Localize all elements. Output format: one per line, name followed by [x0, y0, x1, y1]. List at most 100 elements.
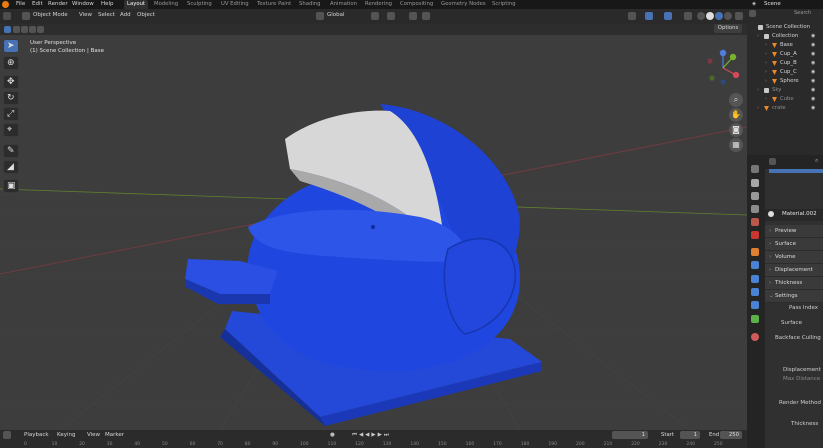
- tool-tab-icon[interactable]: [751, 165, 759, 173]
- blue-cup-model[interactable]: [180, 99, 560, 429]
- select-extend-icon[interactable]: [13, 26, 20, 33]
- view-layer-tab-icon[interactable]: [751, 205, 759, 213]
- proportional-edit-icon[interactable]: [409, 12, 417, 20]
- tab-animation[interactable]: Animation: [330, 1, 357, 7]
- physics-tab-icon[interactable]: [751, 288, 759, 296]
- shading-rendered-icon[interactable]: [724, 12, 732, 20]
- menu-help[interactable]: Help: [101, 1, 114, 7]
- outliner-row[interactable]: › Cup_A ◉: [747, 50, 823, 59]
- expand-chevron-icon[interactable]: ›: [765, 96, 767, 102]
- material-slot-selected[interactable]: [769, 169, 823, 173]
- expand-chevron-icon[interactable]: ›: [765, 42, 767, 48]
- data-tab-icon[interactable]: [751, 315, 759, 323]
- cursor-tool[interactable]: ⊕: [3, 56, 19, 70]
- xray-icon[interactable]: [684, 12, 692, 20]
- ortho-grid-icon[interactable]: ▦: [729, 138, 743, 152]
- navigation-gizmo[interactable]: [700, 45, 746, 91]
- tab-shading[interactable]: Shading: [299, 1, 321, 7]
- blender-logo-icon[interactable]: [2, 1, 9, 8]
- section-header[interactable]: ⌄ Settings: [765, 290, 823, 303]
- object-tab-icon[interactable]: [751, 248, 759, 256]
- overlay-toggle-icon[interactable]: [664, 12, 672, 20]
- section-header[interactable]: › Preview: [765, 225, 823, 238]
- menu-view[interactable]: View: [79, 12, 92, 18]
- expand-chevron-icon[interactable]: ›: [765, 60, 767, 66]
- material-selector[interactable]: Material.002: [765, 209, 823, 221]
- options-button[interactable]: Options: [714, 24, 742, 33]
- modifier-tab-icon[interactable]: [751, 261, 759, 269]
- menu-select[interactable]: Select: [98, 12, 115, 18]
- outliner-row[interactable]: › crate ◉: [747, 104, 823, 113]
- shading-wireframe-icon[interactable]: [697, 12, 705, 20]
- shading-material-icon[interactable]: [715, 12, 723, 20]
- outliner-row[interactable]: › Cup_C ◉: [747, 68, 823, 77]
- rotate-tool[interactable]: ↻: [3, 91, 19, 105]
- menu-playback[interactable]: Playback: [24, 432, 49, 438]
- menu-object[interactable]: Object: [137, 12, 155, 18]
- camera-view-icon[interactable]: ◙: [729, 123, 743, 137]
- outliner-row[interactable]: Scene Collection: [747, 23, 823, 32]
- visibility-eye-icon[interactable]: ◉: [811, 51, 815, 57]
- scene-selector[interactable]: Scene: [764, 1, 781, 7]
- falloff-icon[interactable]: [422, 12, 430, 20]
- outliner-type-icon[interactable]: [749, 10, 756, 17]
- visibility-eye-icon[interactable]: ◉: [811, 60, 815, 66]
- menu-file[interactable]: File: [16, 1, 25, 7]
- output-tab-icon[interactable]: [751, 192, 759, 200]
- material-name[interactable]: Material.002: [782, 211, 817, 217]
- tab-rendering[interactable]: Rendering: [365, 1, 392, 7]
- pan-hand-icon[interactable]: ✋: [729, 108, 743, 122]
- shading-solid-icon[interactable]: [706, 12, 714, 20]
- select-intersect-icon[interactable]: [37, 26, 44, 33]
- outliner-row[interactable]: › Cup_B ◉: [747, 59, 823, 68]
- shading-options-icon[interactable]: [735, 12, 743, 20]
- outliner-row[interactable]: › Collection ◉: [747, 32, 823, 41]
- expand-chevron-icon[interactable]: ›: [765, 51, 767, 57]
- tab-scripting[interactable]: Scripting: [492, 1, 516, 7]
- select-tool[interactable]: ➤: [3, 39, 19, 53]
- menu-render[interactable]: Render: [48, 1, 68, 7]
- menu-add[interactable]: Add: [120, 12, 131, 18]
- zoom-icon[interactable]: ⌕: [729, 93, 743, 107]
- measure-tool[interactable]: ◢: [3, 160, 19, 174]
- snap-icon[interactable]: [387, 12, 395, 20]
- expand-chevron-icon[interactable]: ›: [757, 87, 759, 93]
- move-tool[interactable]: ✥: [3, 75, 19, 89]
- menu-edit[interactable]: Edit: [32, 1, 43, 7]
- properties-search-icon[interactable]: ⌕: [815, 157, 818, 165]
- select-subtract-icon[interactable]: [21, 26, 28, 33]
- section-header[interactable]: › Displacement: [765, 264, 823, 277]
- particles-tab-icon[interactable]: [751, 275, 759, 283]
- tab-modeling[interactable]: Modeling: [154, 1, 178, 7]
- tab-compositing[interactable]: Compositing: [400, 1, 433, 7]
- scene-icon[interactable]: ◈: [752, 1, 756, 7]
- section-header[interactable]: › Volume: [765, 251, 823, 264]
- pivot-icon[interactable]: [371, 12, 379, 20]
- add-cube-tool[interactable]: ▣: [3, 179, 19, 193]
- tab-geometry-nodes[interactable]: Geometry Nodes: [441, 1, 486, 7]
- world-tab-icon[interactable]: [751, 231, 759, 239]
- visibility-eye-icon[interactable]: ◉: [811, 87, 815, 93]
- properties-type-icon[interactable]: [769, 158, 776, 165]
- 3d-viewport[interactable]: Object Mode View Select Add Object Globa…: [0, 9, 747, 430]
- outliner-row[interactable]: › Sky ◉: [747, 86, 823, 95]
- outliner-row[interactable]: › Base ◉: [747, 41, 823, 50]
- menu-view-timeline[interactable]: View: [87, 432, 100, 438]
- transform-tool[interactable]: ⌖: [3, 123, 19, 137]
- outliner-search-field[interactable]: Search: [794, 10, 811, 16]
- visibility-eye-icon[interactable]: ◉: [811, 105, 815, 111]
- scale-tool[interactable]: ⤢: [3, 107, 19, 121]
- menu-keying[interactable]: Keying: [57, 432, 75, 438]
- annotate-tool[interactable]: ✎: [3, 144, 19, 158]
- outliner-row[interactable]: › Cube ◉: [747, 95, 823, 104]
- expand-chevron-icon[interactable]: ›: [765, 78, 767, 84]
- visibility-eye-icon[interactable]: ◉: [811, 96, 815, 102]
- tab-texture-paint[interactable]: Texture Paint: [257, 1, 291, 7]
- scene-tab-icon[interactable]: [751, 218, 759, 226]
- tab-uv-editing[interactable]: UV Editing: [221, 1, 249, 7]
- visibility-eye-icon[interactable]: ◉: [811, 42, 815, 48]
- record-icon[interactable]: ●: [330, 432, 335, 438]
- visibility-icon[interactable]: [628, 12, 636, 20]
- section-header[interactable]: › Thickness: [765, 277, 823, 290]
- expand-chevron-icon[interactable]: ›: [757, 33, 759, 39]
